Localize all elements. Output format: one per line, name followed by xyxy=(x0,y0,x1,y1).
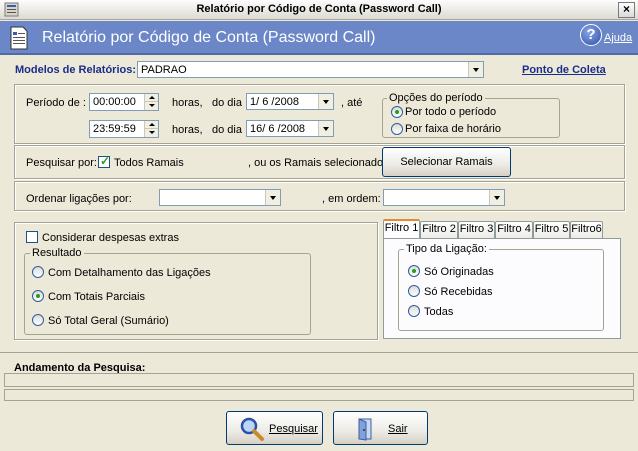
radio-partial-totals[interactable] xyxy=(32,290,44,302)
call-type-title: Tipo da Ligação: xyxy=(404,243,489,255)
exit-button-label: Sair xyxy=(388,423,408,435)
selected-extensions-label: , ou os Ramais selecionados: xyxy=(248,157,392,169)
search-button-label: Pesquisar xyxy=(269,423,318,435)
period-options-title: Opções do período xyxy=(387,92,485,104)
radio-detail-label: Com Detalhamento das Ligações xyxy=(48,267,211,279)
models-select-value: PADRAO xyxy=(141,64,187,76)
until-label: , até xyxy=(341,97,363,109)
radio-originated[interactable] xyxy=(408,265,420,277)
chevron-down-icon[interactable] xyxy=(468,62,483,77)
tab-filtro-2[interactable]: Filtro 2 xyxy=(420,221,458,238)
tab-filtro-3[interactable]: Filtro 3 xyxy=(458,221,495,238)
tab-filtro-1[interactable]: Filtro 1 xyxy=(383,219,420,238)
exit-button[interactable]: Sair xyxy=(333,411,428,445)
end-date-picker[interactable]: 16/ 6 /2008 xyxy=(246,120,334,137)
help-link[interactable]: Ajuda xyxy=(604,32,632,44)
tab-filtro-6[interactable]: Filtro6 xyxy=(570,221,603,238)
title-bar: Relatório por Código de Conta (Password … xyxy=(0,0,638,20)
divider xyxy=(0,352,638,353)
spin-up-icon[interactable] xyxy=(144,94,158,102)
radio-originated-label: Só Originadas xyxy=(424,266,494,278)
tab-filtro-5[interactable]: Filtro 5 xyxy=(533,221,570,238)
tab-filtro-4[interactable]: Filtro 4 xyxy=(495,221,533,238)
sort-order-select[interactable] xyxy=(383,189,505,206)
document-icon xyxy=(10,26,28,50)
start-time-value: 00:00:00 xyxy=(93,96,136,108)
sort-order-label: , em ordem: xyxy=(322,193,381,205)
extra-expenses-label: Considerar despesas extras xyxy=(42,232,179,244)
help-icon[interactable]: ? xyxy=(580,24,602,46)
period-label: Período de : xyxy=(26,97,86,109)
page-title: Relatório por Código de Conta (Password … xyxy=(42,29,376,46)
start-date-picker[interactable]: 1/ 6 /2008 xyxy=(246,93,334,110)
hours-label-2: horas, xyxy=(172,124,203,136)
radio-grand-total[interactable] xyxy=(32,314,44,326)
day-label: do dia xyxy=(212,97,242,109)
radio-partial-totals-label: Com Totais Parciais xyxy=(48,291,145,303)
progress-bar xyxy=(4,373,634,387)
spin-down-icon[interactable] xyxy=(144,129,158,137)
search-label: Pesquisar por: xyxy=(26,157,97,169)
radio-time-range[interactable] xyxy=(391,123,403,135)
hours-label: horas, xyxy=(172,97,203,109)
close-button[interactable]: × xyxy=(618,2,635,18)
day-label-2: do dia xyxy=(212,124,242,136)
chevron-down-icon[interactable] xyxy=(265,190,280,205)
spin-up-icon[interactable] xyxy=(144,121,158,129)
radio-time-range-label: Por faixa de horário xyxy=(405,123,501,135)
header-band: Relatório por Código de Conta (Password … xyxy=(0,21,638,55)
exit-door-icon xyxy=(358,418,372,441)
radio-grand-total-label: Só Total Geral (Sumário) xyxy=(48,315,169,327)
radio-whole-period[interactable] xyxy=(391,106,403,118)
start-date-value: 1/ 6 /2008 xyxy=(250,96,299,108)
collection-point-link[interactable]: Ponto de Coleta xyxy=(522,64,606,76)
radio-all-calls-label: Todas xyxy=(424,306,454,318)
chevron-down-icon[interactable] xyxy=(318,121,333,136)
order-label: Ordenar ligações por: xyxy=(26,193,132,205)
radio-received[interactable] xyxy=(408,285,420,297)
radio-received-label: Só Recebidas xyxy=(424,286,493,298)
window-title: Relatório por Código de Conta (Password … xyxy=(196,3,442,15)
end-time-value: 23:59:59 xyxy=(93,123,136,135)
chevron-down-icon[interactable] xyxy=(489,190,504,205)
radio-detail[interactable] xyxy=(32,266,44,278)
search-button[interactable]: Pesquisar xyxy=(226,411,323,445)
extra-expenses-checkbox[interactable] xyxy=(26,231,38,243)
all-extensions-label: Todos Ramais xyxy=(114,157,184,169)
result-title: Resultado xyxy=(30,247,84,259)
chevron-down-icon[interactable] xyxy=(318,94,333,109)
models-select[interactable]: PADRAO xyxy=(137,61,484,78)
magnifier-icon xyxy=(240,417,264,441)
select-extensions-button[interactable]: Selecionar Ramais xyxy=(382,147,511,177)
status-bar xyxy=(4,389,634,401)
spin-down-icon[interactable] xyxy=(144,102,158,110)
radio-whole-period-label: Por todo o período xyxy=(405,106,497,118)
all-extensions-checkbox[interactable] xyxy=(98,154,110,168)
models-label: Modelos de Relatórios: xyxy=(15,64,137,76)
radio-all-calls[interactable] xyxy=(408,305,420,317)
end-date-value: 16/ 6 /2008 xyxy=(250,123,306,135)
start-time-input[interactable]: 00:00:00 xyxy=(89,93,159,111)
order-by-select[interactable] xyxy=(159,189,281,206)
end-time-input[interactable]: 23:59:59 xyxy=(89,120,159,138)
